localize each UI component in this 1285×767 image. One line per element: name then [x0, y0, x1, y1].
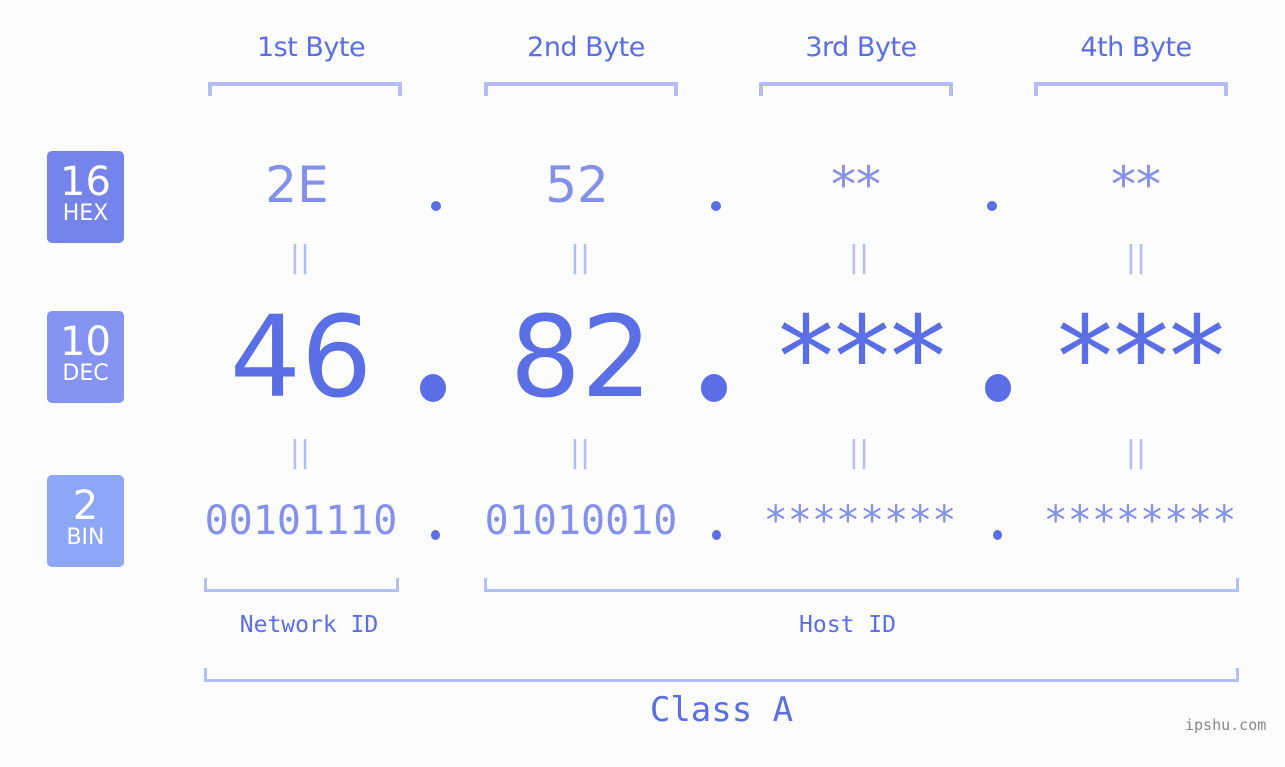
dec-byte-4: *** — [1057, 293, 1225, 423]
dec-badge-number: 10 — [60, 319, 111, 365]
class-bracket — [204, 668, 1239, 682]
hex-badge: 16 HEX — [47, 151, 124, 243]
dec-byte-3: *** — [778, 293, 946, 423]
equals-dec-bin-3: || — [848, 435, 870, 470]
equals-hex-dec-3: || — [848, 240, 870, 275]
header-byte-3: 3rd Byte — [805, 32, 917, 63]
hex-badge-number: 16 — [60, 159, 111, 205]
bin-byte-2: 01010010 — [484, 498, 678, 544]
host-id-label: Host ID — [799, 612, 896, 638]
bin-dot-2 — [712, 530, 721, 540]
header-byte-4: 4th Byte — [1080, 32, 1192, 63]
bracket-byte-4 — [1034, 82, 1228, 96]
watermark: ipshu.com — [1185, 716, 1267, 734]
bin-badge: 2 BIN — [47, 475, 124, 567]
header-byte-2: 2nd Byte — [527, 32, 645, 63]
hex-dot-1 — [431, 201, 441, 211]
equals-hex-dec-2: || — [569, 240, 591, 275]
bracket-byte-2 — [484, 82, 678, 96]
equals-dec-bin-4: || — [1125, 435, 1147, 470]
dec-badge: 10 DEC — [47, 311, 124, 403]
equals-dec-bin-1: || — [289, 435, 311, 470]
hex-byte-1: 2E — [265, 156, 329, 214]
bracket-byte-1 — [208, 82, 402, 96]
equals-hex-dec-1: || — [289, 240, 311, 275]
hex-byte-4: ** — [1111, 156, 1161, 214]
hex-dot-3 — [987, 201, 997, 211]
dec-badge-label: DEC — [62, 361, 109, 386]
bin-dot-3 — [993, 530, 1002, 540]
equals-dec-bin-2: || — [569, 435, 591, 470]
hex-byte-2: 52 — [545, 156, 609, 214]
bin-byte-4: ******** — [1043, 498, 1237, 544]
equals-hex-dec-4: || — [1125, 240, 1147, 275]
dec-dot-2 — [701, 374, 727, 402]
class-label: Class A — [649, 690, 794, 730]
bracket-byte-3 — [759, 82, 953, 96]
network-id-label: Network ID — [239, 612, 379, 638]
dec-dot-3 — [985, 374, 1011, 402]
bin-badge-number: 2 — [72, 483, 99, 529]
dec-byte-1: 46 — [229, 293, 373, 423]
dec-dot-1 — [420, 374, 446, 402]
hex-dot-2 — [711, 201, 721, 211]
header-byte-1: 1st Byte — [256, 32, 366, 63]
bin-byte-1: 00101110 — [204, 498, 398, 544]
network-id-bracket — [204, 578, 399, 592]
host-id-bracket — [484, 578, 1239, 592]
dec-byte-2: 82 — [509, 293, 653, 423]
hex-byte-3: ** — [831, 156, 881, 214]
bin-dot-1 — [431, 530, 440, 540]
bin-badge-label: BIN — [66, 525, 105, 550]
hex-badge-label: HEX — [62, 201, 109, 226]
bin-byte-3: ******** — [763, 498, 957, 544]
